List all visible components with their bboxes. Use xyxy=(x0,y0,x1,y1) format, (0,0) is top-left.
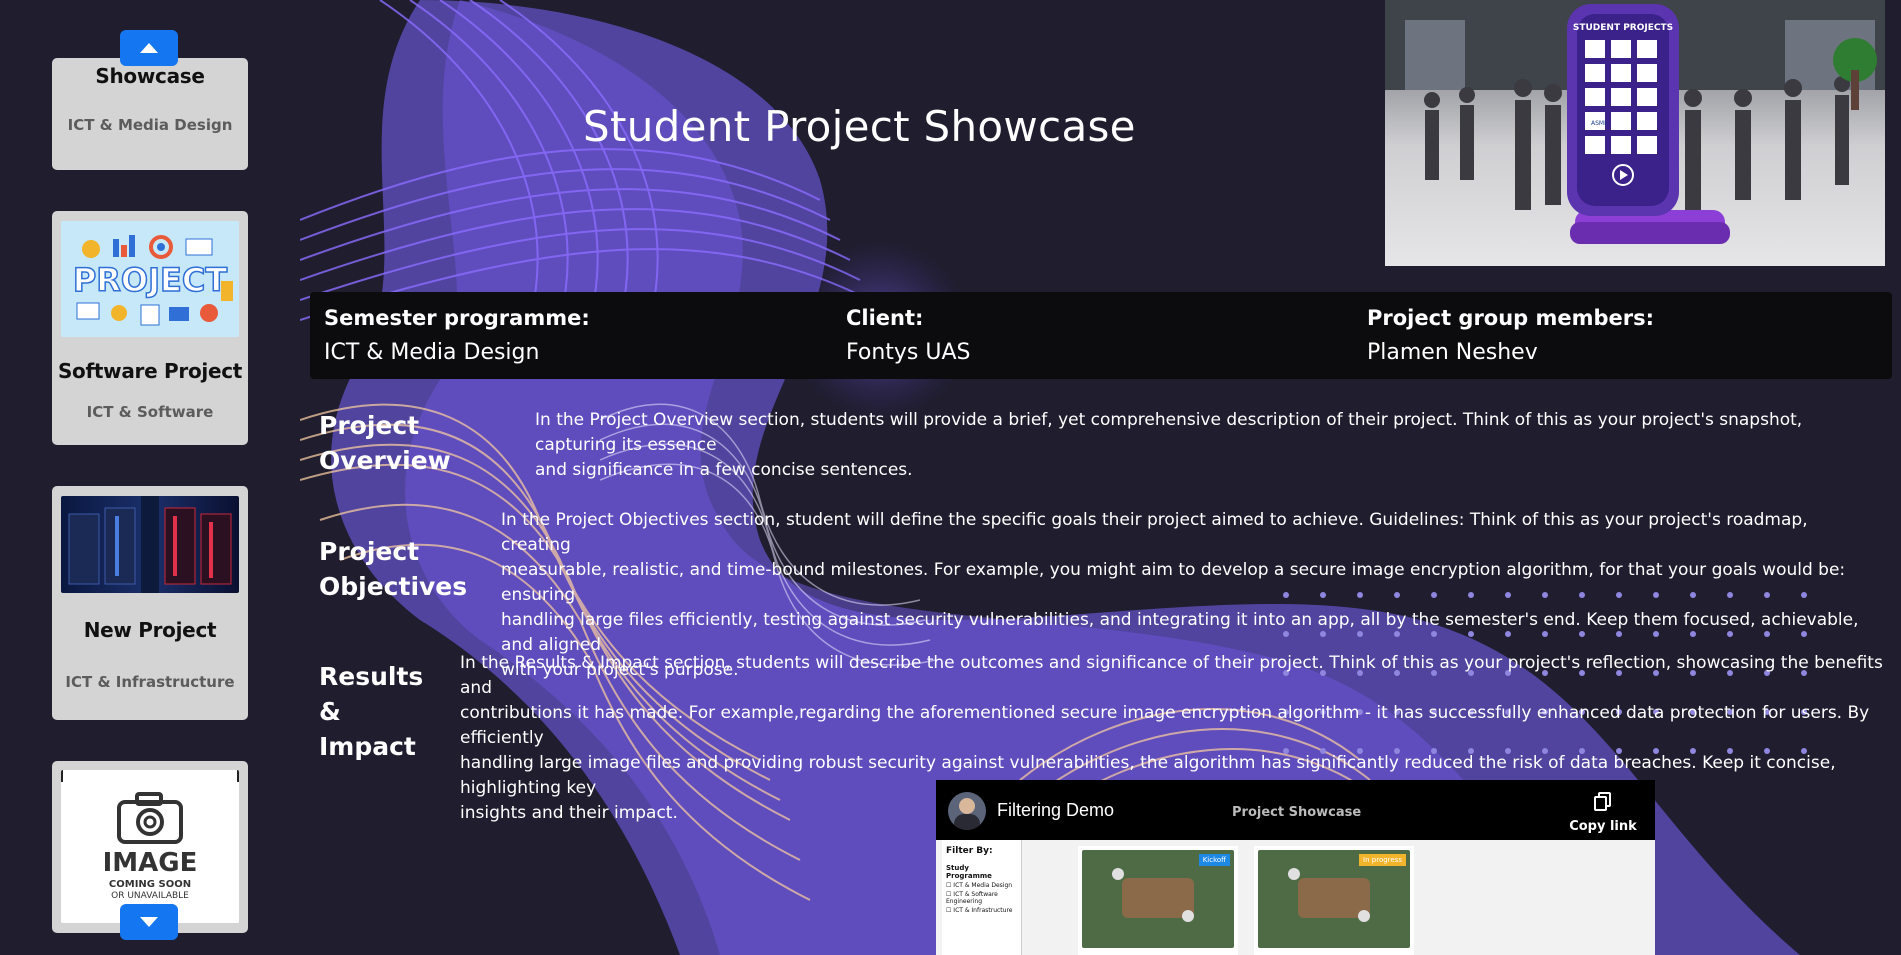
project-card-new-project[interactable]: New Project ICT & Infrastructure xyxy=(52,486,248,720)
video-center-label: Project Showcase xyxy=(1232,805,1362,820)
card-thumbnail xyxy=(61,496,239,593)
project-info-bar: Semester programme: ICT & Media Design C… xyxy=(310,292,1892,379)
page-title: Student Project Showcase xyxy=(583,102,1136,151)
group-members-label: Project group members: xyxy=(1367,306,1655,330)
card-title: Software Project xyxy=(57,359,243,383)
image-label: IMAGE xyxy=(102,848,198,878)
filter-title: Filter By: xyxy=(946,846,993,856)
video-project-card: In progress xyxy=(1254,846,1414,955)
hero-image: STUDENT PROJECTS ASML xyxy=(1385,0,1885,266)
card-subtitle: ICT & Infrastructure xyxy=(65,673,235,691)
project-objectives-heading: Project Objectives xyxy=(319,534,467,604)
project-overview-heading: Project Overview xyxy=(319,408,451,478)
project-overview-text: In the Project Overview section, student… xyxy=(535,408,1885,483)
results-impact-heading: Results & Impact xyxy=(319,659,423,764)
heading-line: Overview xyxy=(319,446,451,475)
paragraph-line: In the Project Objectives section, stude… xyxy=(501,510,1808,555)
semester-programme-field: Semester programme: ICT & Media Design xyxy=(324,306,590,365)
coming-soon-label: COMING SOON xyxy=(108,879,192,890)
video-title-bar: Filtering Demo Project Showcase Copy lin… xyxy=(936,780,1655,840)
chevron-down-icon xyxy=(140,917,158,927)
heading-line: Objectives xyxy=(319,572,468,601)
video-frame: Filter By: Study Programme ☐ ICT & Media… xyxy=(936,840,1655,955)
scroll-down-button[interactable] xyxy=(120,904,178,940)
heading-line: Project xyxy=(319,537,420,566)
unavailable-label: OR UNAVAILABLE xyxy=(111,891,189,901)
paragraph-line: In the Results & Impact section, student… xyxy=(460,653,1883,698)
heading-line: & xyxy=(319,697,341,726)
paragraph-line: In the Project Overview section, student… xyxy=(535,410,1803,455)
sidebar: Showcase ICT & Media Design PROJECT Soft… xyxy=(0,0,300,955)
card-subtitle: ICT & Media Design xyxy=(67,116,233,134)
project-card-showcase[interactable]: Showcase ICT & Media Design xyxy=(52,58,248,170)
video-title[interactable]: Filtering Demo xyxy=(997,800,1114,821)
kiosk-illustration-image: STUDENT PROJECTS ASML xyxy=(1385,0,1885,266)
channel-avatar[interactable] xyxy=(948,792,986,830)
card-title: Showcase xyxy=(95,64,205,88)
heading-line: Results xyxy=(319,662,424,691)
paragraph-line: and significance in a few concise senten… xyxy=(535,460,913,480)
group-members-field: Project group members: Plamen Neshev xyxy=(1367,306,1654,365)
semester-programme-value: ICT & Media Design xyxy=(324,340,540,365)
filter-panel: Filter By: Study Programme ☐ ICT & Media… xyxy=(942,840,1022,955)
project-detail: Student Project Showcase STUDENT PROJECT… xyxy=(300,0,1901,955)
project-card-software-project[interactable]: PROJECT Software Project ICT & Software xyxy=(52,211,248,445)
status-badge: Kickoff xyxy=(1198,854,1230,866)
filter-option[interactable]: ☐ ICT & Media Design xyxy=(946,882,1017,889)
card-title: New Project xyxy=(83,618,217,642)
group-members-value: Plamen Neshev xyxy=(1367,340,1538,365)
copy-link-button[interactable]: Copy link xyxy=(1568,792,1638,834)
filter-option-label: ICT & Infrastructure xyxy=(953,907,1013,914)
filter-option-label: ICT & Software Engineering xyxy=(946,891,998,905)
chevron-up-icon xyxy=(140,43,158,53)
video-project-card: Kickoff xyxy=(1078,846,1238,955)
svg-text:STUDENT PROJECTS: STUDENT PROJECTS xyxy=(1573,23,1673,33)
image-unavailable-placeholder: IMAGE COMING SOON OR UNAVAILABLE xyxy=(61,770,239,923)
filter-group: Study Programme xyxy=(946,864,992,880)
card-thumbnail: PROJECT xyxy=(61,221,239,337)
copy-link-label: Copy link xyxy=(1569,819,1637,834)
project-illustration-image: PROJECT xyxy=(61,221,239,337)
card-subtitle: ICT & Software xyxy=(86,403,214,421)
heading-line: Impact xyxy=(319,732,416,761)
semester-programme-label: Semester programme: xyxy=(324,306,590,330)
heading-line: Project xyxy=(319,411,420,440)
client-label: Client: xyxy=(846,306,924,330)
paragraph-line: contributions it has made. For example,r… xyxy=(460,703,1870,748)
svg-text:ASML: ASML xyxy=(1591,120,1608,127)
filter-option[interactable]: ☐ ICT & Infrastructure xyxy=(946,907,1017,914)
status-badge: In progress xyxy=(1359,854,1406,866)
svg-text:PROJECT: PROJECT xyxy=(73,261,228,299)
scroll-up-button[interactable] xyxy=(120,30,178,66)
filter-option-label: ICT & Media Design xyxy=(953,882,1013,889)
filter-option[interactable]: ☐ ICT & Software Engineering xyxy=(946,891,1017,905)
server-room-image xyxy=(61,496,239,593)
demo-video-embed[interactable]: Filtering Demo Project Showcase Copy lin… xyxy=(936,780,1655,955)
copy-icon xyxy=(1594,792,1611,811)
client-field: Client: Fontys UAS xyxy=(846,306,971,365)
client-value: Fontys UAS xyxy=(846,340,971,365)
paragraph-line: measurable, realistic, and time-bound mi… xyxy=(501,560,1846,605)
